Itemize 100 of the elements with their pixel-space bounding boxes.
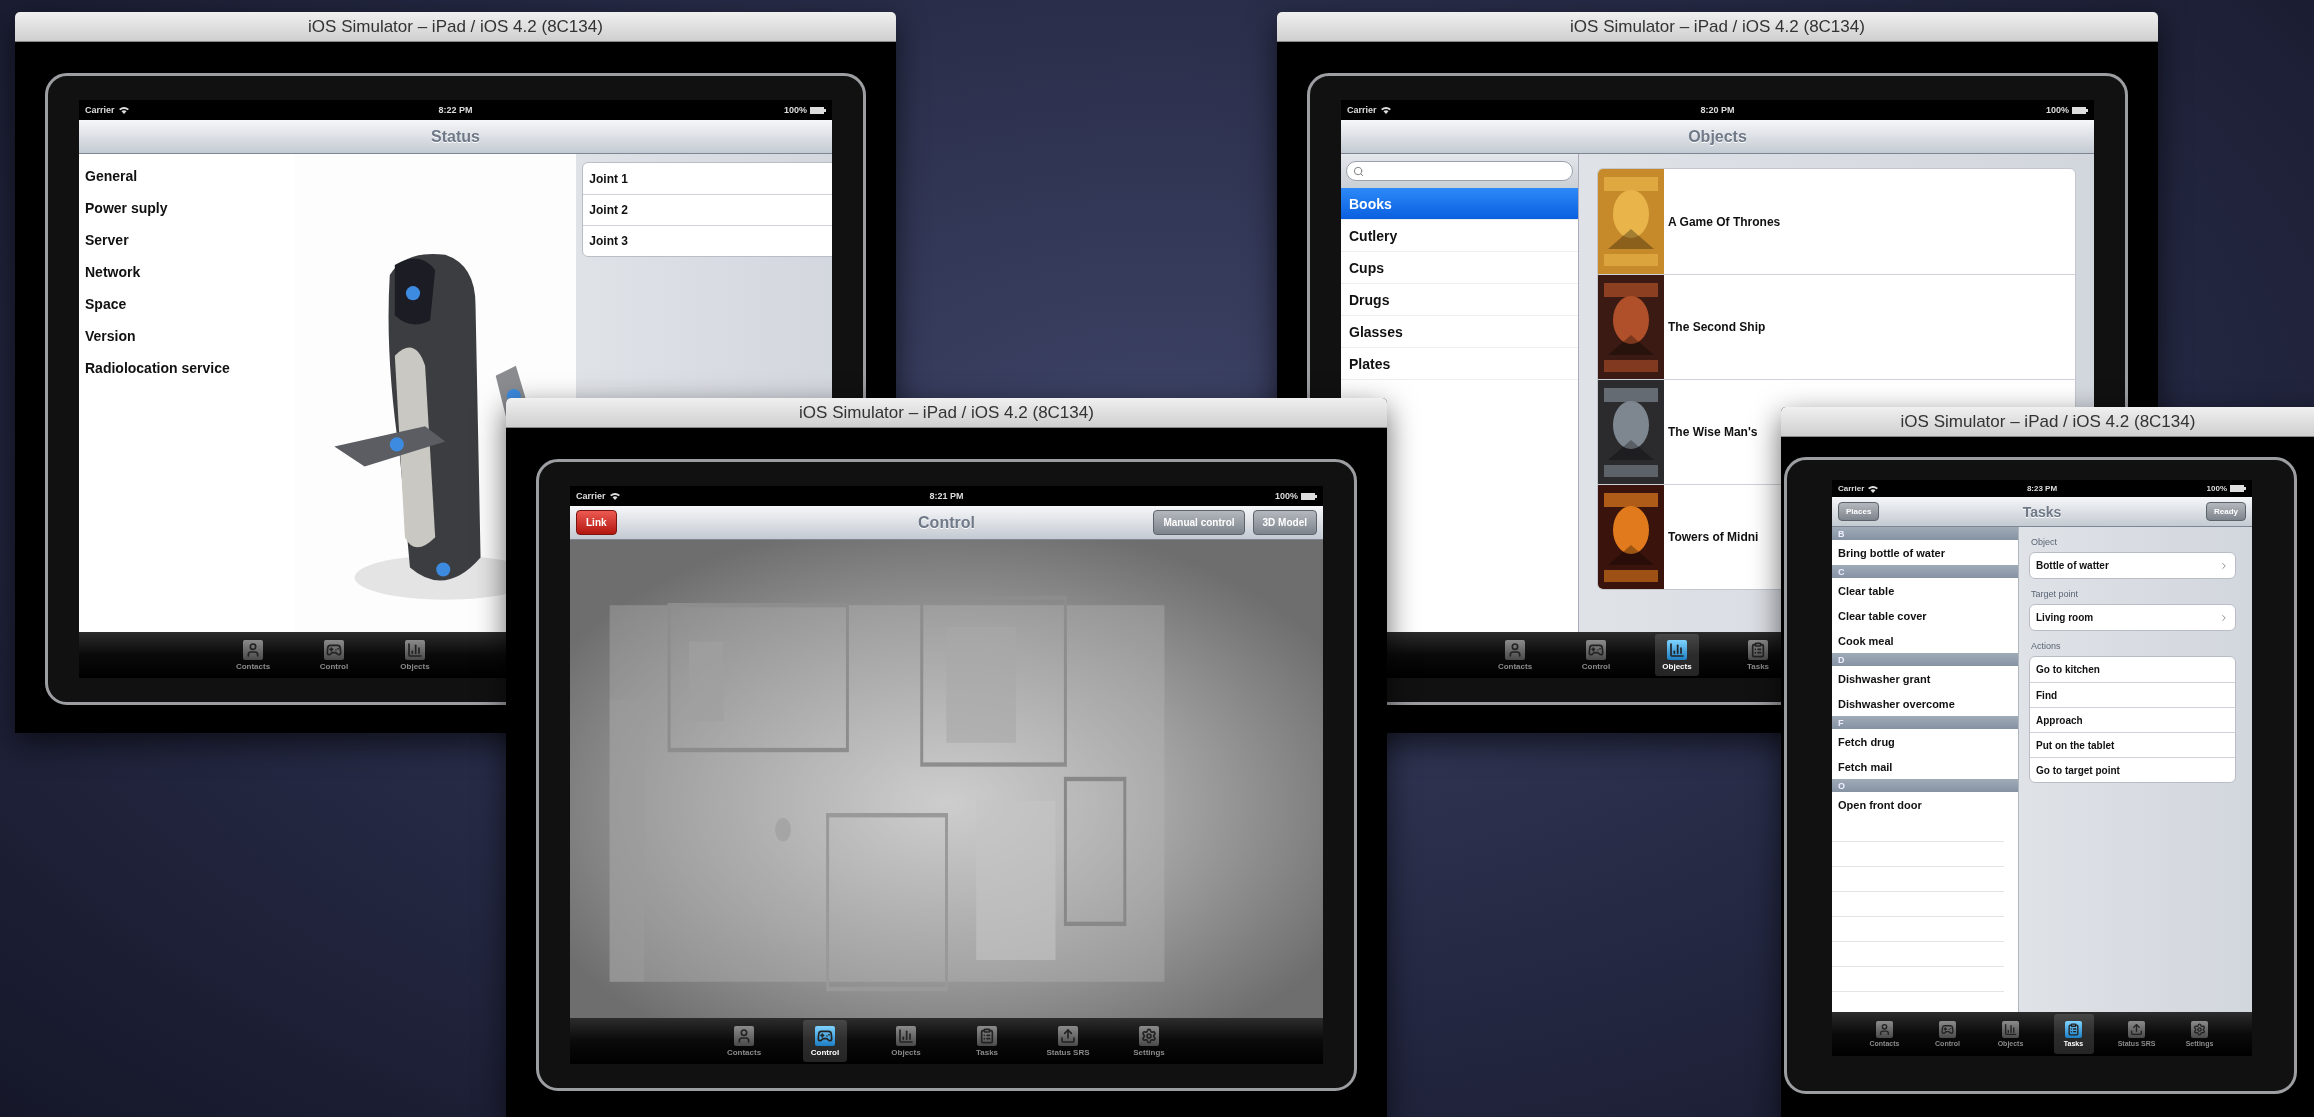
section-header: B xyxy=(1832,527,2018,540)
tab[interactable]: Settings xyxy=(1127,1020,1171,1062)
task-item[interactable]: Dishwasher overcome xyxy=(1832,691,2018,716)
tab[interactable]: Status SRS xyxy=(1046,1020,1090,1062)
window-title: iOS Simulator – iPad / iOS 4.2 (8C134) xyxy=(308,16,603,37)
joint-item[interactable]: Joint 1 xyxy=(589,171,629,186)
menu-item[interactable]: Network xyxy=(79,256,294,288)
clock-label: 8:23 PM xyxy=(2026,484,2058,493)
gamepad-icon xyxy=(1939,1021,1956,1038)
gamepad-icon xyxy=(324,639,344,660)
section-header: O xyxy=(1832,779,2018,792)
task-item[interactable]: Clear table xyxy=(1832,578,2018,603)
battery-label: 100% xyxy=(2045,105,2069,115)
window-title: iOS Simulator – iPad / iOS 4.2 (8C134) xyxy=(1570,16,1865,37)
upload-icon xyxy=(1058,1025,1078,1046)
back-button[interactable]: Link xyxy=(576,510,617,535)
task-item[interactable]: Fetch mail xyxy=(1832,754,2018,779)
upload-icon xyxy=(2128,1021,2145,1038)
window-title: iOS Simulator – iPad / iOS 4.2 (8C134) xyxy=(799,402,1094,423)
battery-icon xyxy=(810,106,826,114)
tab[interactable]: Contacts xyxy=(1493,634,1537,676)
section-header: F xyxy=(1832,716,2018,729)
gamepad-icon xyxy=(815,1025,835,1046)
screen-title: Status xyxy=(431,127,480,146)
group-header: Object xyxy=(2030,536,2058,549)
task-item[interactable]: Fetch drug xyxy=(1832,729,2018,754)
option-item[interactable]: Find xyxy=(2036,689,2058,701)
battery-label: 100% xyxy=(2206,484,2227,493)
group-header: Actions xyxy=(2030,640,2062,653)
task-item[interactable]: Bring bottle of water xyxy=(1832,540,2018,565)
settings-icon xyxy=(1139,1025,1159,1046)
battery-label: 100% xyxy=(783,105,807,115)
book-title[interactable]: The Second Ship xyxy=(1668,320,1766,334)
battery-icon xyxy=(2230,485,2246,492)
tab[interactable]: Objects xyxy=(1655,634,1699,676)
battery-label: 100% xyxy=(1274,491,1298,501)
tab[interactable]: Control xyxy=(803,1020,847,1062)
task-item[interactable]: Dishwasher grant xyxy=(1832,666,2018,691)
clock-label: 8:21 PM xyxy=(929,491,964,501)
screen-title: Objects xyxy=(1688,127,1747,146)
category-item[interactable]: Books xyxy=(1341,188,1578,220)
person-icon xyxy=(734,1025,754,1046)
wifi-icon xyxy=(1868,484,1879,493)
group-header: Target point xyxy=(2030,588,2080,601)
wifi-icon xyxy=(609,492,620,500)
tab[interactable]: Objects xyxy=(393,634,437,676)
book-title[interactable]: The Wise Man's xyxy=(1668,425,1758,439)
option-item[interactable]: Bottle of watter xyxy=(2036,560,2109,571)
screen-title: Tasks xyxy=(2022,503,2062,520)
person-icon xyxy=(243,639,263,660)
search-field[interactable] xyxy=(1346,161,1573,181)
screen-title: Control xyxy=(918,513,975,532)
clock-label: 8:20 PM xyxy=(1700,105,1735,115)
bar-chart-icon xyxy=(2002,1021,2019,1038)
tab[interactable]: Control xyxy=(312,634,356,676)
person-icon xyxy=(1505,639,1525,660)
clock-label: 8:22 PM xyxy=(438,105,473,115)
tab[interactable]: Contacts xyxy=(231,634,275,676)
book-title[interactable]: Towers of Midni xyxy=(1668,530,1759,544)
section-header: D xyxy=(1832,653,2018,666)
tab[interactable]: Contacts xyxy=(722,1020,766,1062)
clipboard-icon xyxy=(977,1025,997,1046)
menu-item[interactable]: Version xyxy=(79,320,294,352)
menu-item[interactable]: Radiolocation service xyxy=(79,352,294,384)
task-item[interactable]: Open front door xyxy=(1832,792,2018,817)
bar-chart-icon xyxy=(1667,639,1687,660)
carrier-label: Carrier xyxy=(1347,105,1377,115)
search-icon xyxy=(1353,165,1364,177)
option-item[interactable]: Put on the tablet xyxy=(2036,739,2115,751)
carrier-label: Carrier xyxy=(85,105,115,115)
carrier-label: Carrier xyxy=(1838,484,1865,493)
option-item[interactable]: Go to target point xyxy=(2036,764,2120,776)
tab[interactable]: Tasks xyxy=(1736,634,1780,676)
person-icon xyxy=(1876,1021,1893,1038)
option-item[interactable]: Living room xyxy=(2036,612,2094,623)
tab[interactable]: Tasks xyxy=(965,1020,1009,1062)
clipboard-icon xyxy=(1748,639,1768,660)
menu-item[interactable]: Space xyxy=(79,288,294,320)
menu-item[interactable]: Server xyxy=(79,224,294,256)
carrier-label: Carrier xyxy=(576,491,606,501)
book-title[interactable]: A Game Of Thrones xyxy=(1668,214,1781,229)
menu-item[interactable]: General xyxy=(79,160,294,192)
window-title: iOS Simulator – iPad / iOS 4.2 (8C134) xyxy=(1900,411,2196,432)
bar-chart-icon xyxy=(405,639,425,660)
chevron-icon xyxy=(2219,560,2229,571)
tab[interactable]: Control xyxy=(1574,634,1618,676)
chevron-icon xyxy=(2219,612,2229,623)
menu-item[interactable]: Power suply xyxy=(79,192,294,224)
tab[interactable]: Objects xyxy=(884,1020,928,1062)
option-item[interactable]: Approach xyxy=(2036,714,2083,726)
battery-icon xyxy=(2072,106,2088,114)
section-header: C xyxy=(1832,565,2018,578)
wifi-icon xyxy=(1380,106,1391,114)
joint-item[interactable]: Joint 3 xyxy=(589,234,629,248)
joint-item[interactable]: Joint 2 xyxy=(589,203,629,217)
settings-icon xyxy=(2191,1021,2208,1038)
option-item[interactable]: Go to kitchen xyxy=(2036,664,2100,675)
task-item[interactable]: Clear table cover xyxy=(1832,603,2018,628)
task-item[interactable]: Cook meal xyxy=(1832,628,2018,653)
bar-chart-icon xyxy=(896,1025,916,1046)
